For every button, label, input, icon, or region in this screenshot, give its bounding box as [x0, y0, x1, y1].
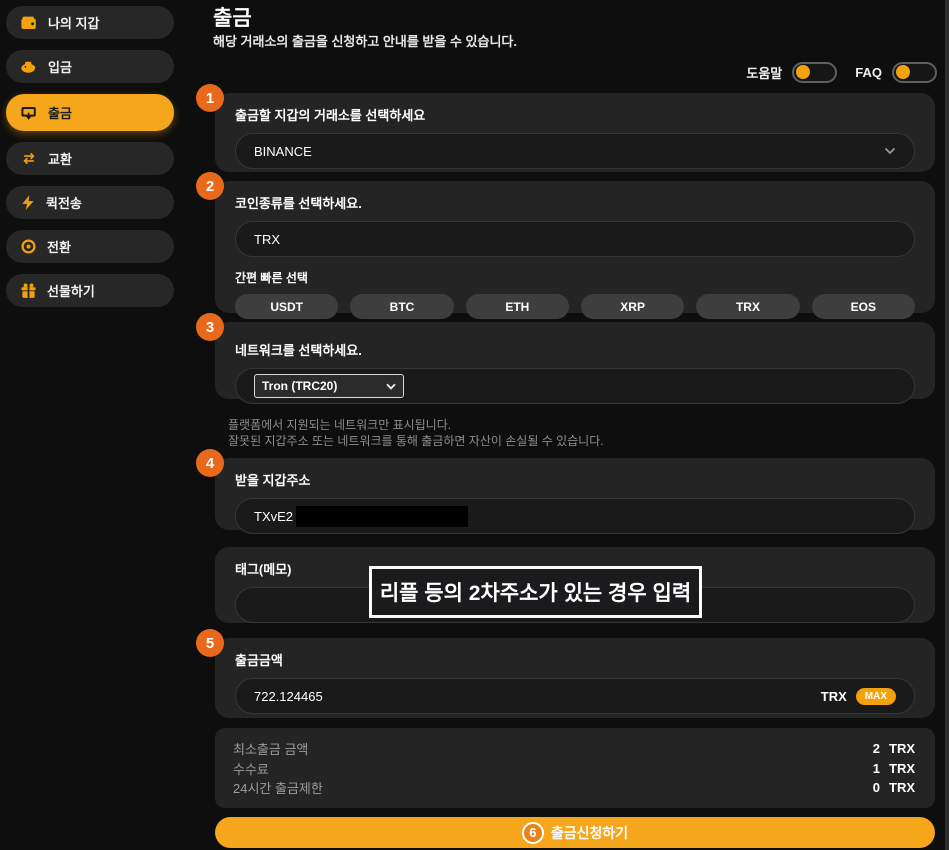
network-select[interactable]: Tron (TRC20) — [254, 374, 404, 398]
chevron-down-icon — [884, 147, 896, 155]
limit-label: 최소출금 금액 — [233, 739, 308, 758]
network-warning: 플랫폼에서 지원되는 네트워크만 표시됩니다. 잘못된 지갑주소 또는 네트워크… — [228, 417, 604, 449]
redaction-bar — [296, 506, 468, 527]
sidebar-item-convert[interactable]: 전환 — [6, 230, 174, 263]
quick-coin-trx-button[interactable]: TRX — [696, 294, 799, 319]
amount-currency: TRX — [821, 689, 847, 704]
sidebar-item-label: 출금 — [48, 103, 72, 122]
quick-coin-eth-button[interactable]: ETH — [466, 294, 569, 319]
step-1-badge: 1 — [196, 84, 224, 112]
sidebar-item-deposit[interactable]: 입금 — [6, 50, 174, 83]
step-2-badge: 2 — [196, 172, 224, 200]
limit-unit: TRX — [889, 780, 917, 795]
step-4-badge: 4 — [196, 449, 224, 477]
exchange-label: 출금할 지갑의 거래소를 선택하세요 — [235, 105, 915, 124]
limit-value: 0 — [873, 780, 880, 795]
sidebar-item-gift[interactable]: 선물하기 — [6, 274, 174, 307]
help-toggle[interactable] — [792, 62, 837, 83]
sidebar-item-label: 선물하기 — [47, 281, 95, 300]
coin-label: 코인종류를 선택하세요. — [235, 193, 915, 212]
step-3-badge: 3 — [196, 313, 224, 341]
wallet-icon — [21, 16, 37, 30]
sidebar-item-label: 나의 지갑 — [48, 13, 99, 32]
limit-value: 1 — [873, 761, 880, 776]
chevron-down-icon — [386, 383, 396, 390]
limit-label: 수수료 — [233, 759, 269, 778]
coin-input-wrap — [235, 221, 915, 257]
quick-coin-btc-button[interactable]: BTC — [350, 294, 453, 319]
withdraw-icon — [21, 106, 37, 120]
quick-coin-eos-button[interactable]: EOS — [812, 294, 915, 319]
page-title: 출금 — [213, 2, 252, 32]
sidebar-item-exchange[interactable]: 교환 — [6, 142, 174, 175]
warning-line-2: 잘못된 지갑주소 또는 네트워크를 통해 출금하면 자산이 손실될 수 있습니다… — [228, 433, 604, 449]
amount-input[interactable] — [254, 689, 821, 704]
limit-label: 24시간 출금제한 — [233, 778, 323, 797]
step-5-badge: 5 — [196, 629, 224, 657]
coin-card: 2 코인종류를 선택하세요. 간편 빠른 선택 USDT BTC ETH XRP… — [215, 181, 935, 313]
amount-right-group: TRX MAX — [821, 688, 896, 705]
amount-input-wrap: TRX MAX — [235, 678, 915, 714]
limit-unit: TRX — [889, 741, 917, 756]
faq-toggle-label: FAQ — [855, 65, 882, 80]
quick-coin-usdt-button[interactable]: USDT — [235, 294, 338, 319]
quick-coin-xrp-button[interactable]: XRP — [581, 294, 684, 319]
convert-icon — [21, 239, 36, 254]
network-select-value: Tron (TRC20) — [262, 379, 337, 393]
sidebar: 나의 지갑 입금 출금 교환 퀵전송 전환 선물하기 — [6, 6, 174, 318]
sidebar-item-label: 입금 — [48, 57, 72, 76]
deposit-icon — [21, 60, 37, 73]
network-label: 네트워크를 선택하세요. — [235, 340, 915, 359]
quick-send-icon — [21, 195, 35, 210]
sidebar-item-quick-send[interactable]: 퀵전송 — [6, 186, 174, 219]
page-subtitle: 해당 거래소의 출금을 신청하고 안내를 받을 수 있습니다. — [213, 31, 517, 50]
faq-toggle[interactable] — [892, 62, 937, 83]
exchange-value: BINANCE — [254, 144, 312, 159]
withdraw-limits-box: 최소출금 금액 2 TRX 수수료 1 TRX 24시간 출금제한 0 TRX — [215, 728, 935, 808]
amount-card: 5 출금금액 TRX MAX — [215, 638, 935, 718]
limit-unit: TRX — [889, 761, 917, 776]
quick-select-row: USDT BTC ETH XRP TRX EOS — [235, 294, 915, 319]
faq-toggle-knob — [896, 65, 910, 79]
exchange-dropdown[interactable]: BINANCE — [235, 133, 915, 169]
address-value: TXvE2 — [254, 509, 293, 524]
network-card: 3 네트워크를 선택하세요. Tron (TRC20) — [215, 322, 935, 399]
limit-value: 2 — [873, 741, 880, 756]
exchange-card: 1 출금할 지갑의 거래소를 선택하세요 BINANCE — [215, 93, 935, 172]
sidebar-item-label: 퀵전송 — [46, 193, 82, 212]
help-toggle-knob — [796, 65, 810, 79]
address-input[interactable]: TXvE2 — [235, 498, 915, 534]
warning-line-1: 플랫폼에서 지원되는 네트워크만 표시됩니다. — [228, 417, 604, 433]
tag-annotation-callout: 리플 등의 2차주소가 있는 경우 입력 — [369, 566, 702, 618]
submit-button-label: 출금신청하기 — [551, 823, 628, 843]
sidebar-item-withdraw[interactable]: 출금 — [6, 94, 174, 131]
max-button[interactable]: MAX — [856, 688, 896, 705]
help-toggle-label: 도움말 — [746, 63, 782, 82]
address-card: 4 받을 지갑주소 TXvE2 — [215, 458, 935, 530]
exchange-icon — [21, 152, 37, 165]
limit-row-24h: 24시간 출금제한 0 TRX — [233, 778, 917, 797]
quick-select-label: 간편 빠른 선택 — [235, 269, 915, 286]
sidebar-item-my-wallet[interactable]: 나의 지갑 — [6, 6, 174, 39]
sidebar-item-label: 전환 — [47, 237, 71, 256]
gift-icon — [21, 283, 36, 298]
withdraw-submit-button[interactable]: 6 출금신청하기 — [215, 817, 935, 848]
address-label: 받을 지갑주소 — [235, 470, 915, 489]
limit-row-min: 최소출금 금액 2 TRX — [233, 739, 917, 758]
limit-row-fee: 수수료 1 TRX — [233, 759, 917, 778]
sidebar-item-label: 교환 — [48, 149, 72, 168]
scrollbar[interactable] — [945, 0, 949, 850]
network-input-row: Tron (TRC20) — [235, 368, 915, 404]
coin-input[interactable] — [254, 232, 896, 247]
step-6-badge: 6 — [522, 822, 544, 844]
help-toggle-row: 도움말 FAQ — [213, 60, 937, 84]
amount-label: 출금금액 — [235, 650, 915, 669]
